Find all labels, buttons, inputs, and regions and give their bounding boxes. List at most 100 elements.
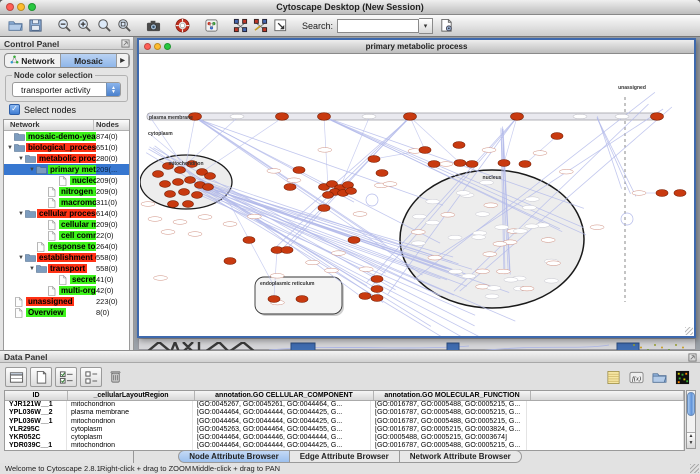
- network-new-icon[interactable]: [232, 17, 249, 34]
- table-scrollbar[interactable]: ▲▼: [686, 390, 696, 449]
- disclosure-triangle-icon[interactable]: ▼: [17, 255, 25, 261]
- column-header-0[interactable]: ID: [5, 391, 68, 400]
- cell[interactable]: cytoplasm: [67, 426, 193, 434]
- column-header-2[interactable]: annotation.GO CELLULAR_COMPONENT: [195, 391, 374, 400]
- tab-overflow-button[interactable]: ▶: [117, 54, 129, 67]
- tab-mosaic[interactable]: Mosaic: [61, 54, 117, 67]
- vizmapper-icon[interactable]: [203, 17, 220, 34]
- node-color-dropdown[interactable]: transporter activity ▲▼: [12, 82, 121, 97]
- select-attributes-icon[interactable]: [55, 367, 77, 387]
- app-resize-grip[interactable]: [690, 464, 699, 473]
- cell[interactable]: [GO:0045263, GO:0044464, GO:0044455, G..…: [193, 426, 371, 434]
- search-label: Search:: [302, 21, 333, 31]
- tab-network-attribute-browser[interactable]: Network Attribute Browser: [400, 450, 522, 463]
- tree-row-macromolecule[interactable]: macromolecule311(0): [4, 197, 129, 208]
- disclosure-triangle-icon[interactable]: ▼: [28, 167, 36, 173]
- unselect-attributes-icon[interactable]: [80, 367, 102, 387]
- tree-row-nitrogen-compou[interactable]: nitrogen compou209(0): [4, 186, 129, 197]
- tree-row-overview[interactable]: Overview8(0): [4, 307, 129, 318]
- cell[interactable]: cytoplasm: [67, 434, 193, 442]
- scrollbar-arrows[interactable]: ▲▼: [687, 432, 695, 448]
- cell[interactable]: [GO:0045267, GO:0045261, GO:0044464, G..…: [193, 401, 371, 409]
- cell[interactable]: YPL036W__1: [5, 418, 67, 426]
- tree-column-nodes[interactable]: Nodes: [94, 120, 129, 130]
- tab-node-attribute-browser[interactable]: Node Attribute Browser: [178, 450, 290, 463]
- search-options-icon[interactable]: [438, 17, 455, 34]
- cell[interactable]: [GO:0016787, GO:0005488, GO:0005215, G..…: [371, 418, 527, 426]
- tree-row-nucleobase-c[interactable]: nucleobase-c209(0): [4, 175, 129, 186]
- zoom-selected-icon[interactable]: [116, 17, 133, 34]
- disclosure-triangle-icon[interactable]: ▼: [17, 156, 25, 162]
- tree-row-transport[interactable]: ▼transport558(0): [4, 263, 129, 274]
- cell[interactable]: [GO:0016787, GO:0005488, GO:0005215, G..…: [371, 401, 527, 409]
- cell[interactable]: mitochondrion: [67, 401, 193, 409]
- network-canvas[interactable]: plasma membranecytoplasmmitochondrionnuc…: [140, 54, 691, 336]
- cell[interactable]: YKR052C: [5, 434, 67, 442]
- cell[interactable]: YPL036W__2: [5, 409, 67, 417]
- table-row[interactable]: YLR295Ccytoplasm[GO:0045263, GO:0044464,…: [5, 426, 684, 434]
- new-attribute-icon[interactable]: [30, 367, 52, 387]
- tree-row-unassigned[interactable]: unassigned223(0): [4, 296, 129, 307]
- tree-row-multi-organism-pro[interactable]: multi-organism pro42(0): [4, 285, 129, 296]
- zoom-in-icon[interactable]: [76, 17, 93, 34]
- search-input[interactable]: [337, 19, 419, 33]
- tree-row-primary-metabo[interactable]: ▼primary metabo209(...: [4, 164, 129, 175]
- network-window-resize-grip[interactable]: [685, 327, 693, 335]
- import-icon[interactable]: [649, 368, 669, 386]
- help-icon[interactable]: [174, 17, 191, 34]
- scrollbar-thumb[interactable]: [687, 392, 695, 416]
- annotation-icon[interactable]: [272, 17, 289, 34]
- cell[interactable]: [GO:0044464, GO:0044444, GO:0044425, G..…: [193, 418, 371, 426]
- cell[interactable]: mitochondrion: [67, 418, 193, 426]
- cell[interactable]: plasma membrane: [67, 409, 193, 417]
- open-icon[interactable]: [7, 17, 24, 34]
- tree-row-establishment-of-lo[interactable]: ▼establishment of lo558(0): [4, 252, 129, 263]
- tree-row-response-to-stimulu[interactable]: response to stimulu264(0): [4, 241, 129, 252]
- table-row[interactable]: YKR052Ccytoplasm[GO:0044464, GO:0044446,…: [5, 434, 684, 442]
- delete-attribute-icon[interactable]: [105, 367, 125, 385]
- tab-edge-attribute-browser[interactable]: Edge Attribute Browser: [290, 450, 400, 463]
- select-nodes-checkbox[interactable]: ✓: [9, 104, 20, 115]
- notes-icon[interactable]: [603, 368, 623, 386]
- cell[interactable]: [GO:0005488, GO:0005215, GO:0003674]: [371, 434, 527, 442]
- table-row[interactable]: YJR121W__1mitochondrion[GO:0045267, GO:0…: [5, 401, 684, 409]
- tree-row-cellular-metaboli[interactable]: cellular metaboli209(0): [4, 219, 129, 230]
- background-window-fragment[interactable]: [138, 338, 696, 350]
- cell[interactable]: [GO:0044464, GO:0044446, GO:0044444, G..…: [193, 434, 371, 442]
- disclosure-triangle-icon[interactable]: ▼: [17, 211, 25, 217]
- mdi-desktop: primary metabolic process plasma membran…: [134, 37, 700, 350]
- table-row[interactable]: YPL036W__2plasma membrane[GO:0044464, GO…: [5, 409, 684, 417]
- attribute-table-header: ID_cellularLayoutRegionannotation.GO CEL…: [5, 391, 684, 401]
- float-panel-icon[interactable]: [121, 39, 130, 48]
- tree-row-metabolic-process[interactable]: ▼metabolic process280(0): [4, 153, 129, 164]
- cell[interactable]: [GO:0016787, GO:0005488, GO:0005215, G..…: [371, 409, 527, 417]
- tree-row-cellular-process[interactable]: ▼cellular process614(0): [4, 208, 129, 219]
- table-row[interactable]: YPL036W__1mitochondrion[GO:0044464, GO:0…: [5, 418, 684, 426]
- tree-row-mosaic-demo-yeast[interactable]: mosaic-demo-yeast874(0): [4, 131, 129, 142]
- disclosure-triangle-icon[interactable]: ▼: [28, 266, 36, 272]
- column-header-3[interactable]: annotation.GO MOLECULAR_FUNCTION: [374, 391, 531, 400]
- float-panel-icon[interactable]: [688, 353, 697, 362]
- tree-row-biological-process[interactable]: ▼biological_process651(0): [4, 142, 129, 153]
- disclosure-triangle-icon[interactable]: ▼: [6, 145, 14, 151]
- tree-row-cell-communicati[interactable]: cell communicati22(0): [4, 230, 129, 241]
- snapshot-icon[interactable]: [145, 17, 162, 34]
- network-copy-icon[interactable]: [252, 17, 269, 34]
- tree-row-secretion[interactable]: secretion41(0): [4, 274, 129, 285]
- cell[interactable]: YJR121W__1: [5, 401, 67, 409]
- matrix-icon[interactable]: [672, 368, 692, 386]
- tree-column-network[interactable]: Network: [4, 120, 94, 130]
- cell[interactable]: [GO:0044464, GO:0044444, GO:0044425, G..…: [193, 409, 371, 417]
- zoom-fit-icon[interactable]: [96, 17, 113, 34]
- column-header-1[interactable]: _cellularLayoutRegion: [68, 391, 195, 400]
- network-window-titlebar[interactable]: primary metabolic process: [139, 40, 694, 54]
- cell[interactable]: YLR295C: [5, 426, 67, 434]
- zoom-out-icon[interactable]: [56, 17, 73, 34]
- table-icon[interactable]: [5, 367, 27, 387]
- function-icon[interactable]: f(x): [626, 368, 646, 386]
- search-dropdown-button[interactable]: ▾: [419, 18, 433, 34]
- folder-icon: [25, 209, 37, 218]
- cell[interactable]: [GO:0016787, GO:0005215, GO:0003824, G..…: [371, 426, 527, 434]
- save-icon[interactable]: [27, 17, 44, 34]
- tab-network[interactable]: Network: [5, 54, 61, 67]
